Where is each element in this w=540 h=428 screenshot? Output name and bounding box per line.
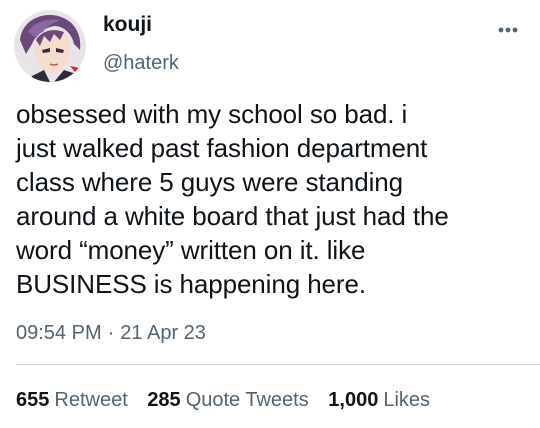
tweet-date[interactable]: 21 Apr 23 bbox=[120, 322, 206, 344]
tweet-time[interactable]: 09:54 PM bbox=[16, 322, 102, 344]
author-handle[interactable]: @haterk bbox=[103, 52, 179, 75]
likes-label: Likes bbox=[383, 389, 431, 411]
tweet-timestamp: 09:54 PM · 21 Apr 23 bbox=[16, 322, 206, 345]
divider bbox=[16, 364, 540, 365]
quote-tweets-label: Quote Tweets bbox=[185, 389, 309, 411]
quote-tweets-count: 285 bbox=[147, 389, 181, 411]
author-display-name[interactable]: kouji bbox=[103, 13, 152, 37]
timestamp-separator: · bbox=[107, 322, 115, 344]
avatar[interactable] bbox=[14, 10, 86, 82]
likes-stat[interactable]: 1,000 Likes bbox=[328, 389, 430, 412]
likes-count: 1,000 bbox=[328, 389, 379, 411]
quote-tweets-stat[interactable]: 285 Quote Tweets bbox=[147, 389, 308, 412]
more-options-button[interactable] bbox=[495, 20, 525, 40]
tweet-card: kouji @haterk obsessed with my school so… bbox=[0, 0, 540, 428]
retweets-stat[interactable]: 655 Retweet bbox=[16, 389, 128, 412]
tweet-text: obsessed with my school so bad. i just w… bbox=[16, 99, 449, 299]
anime-character-avatar-icon bbox=[14, 10, 86, 82]
retweets-label: Retweet bbox=[54, 389, 128, 411]
retweets-count: 655 bbox=[16, 389, 50, 411]
more-horizontal-icon bbox=[498, 27, 518, 33]
engagement-stats: 655 Retweet 285 Quote Tweets 1,000 Likes bbox=[16, 389, 430, 412]
